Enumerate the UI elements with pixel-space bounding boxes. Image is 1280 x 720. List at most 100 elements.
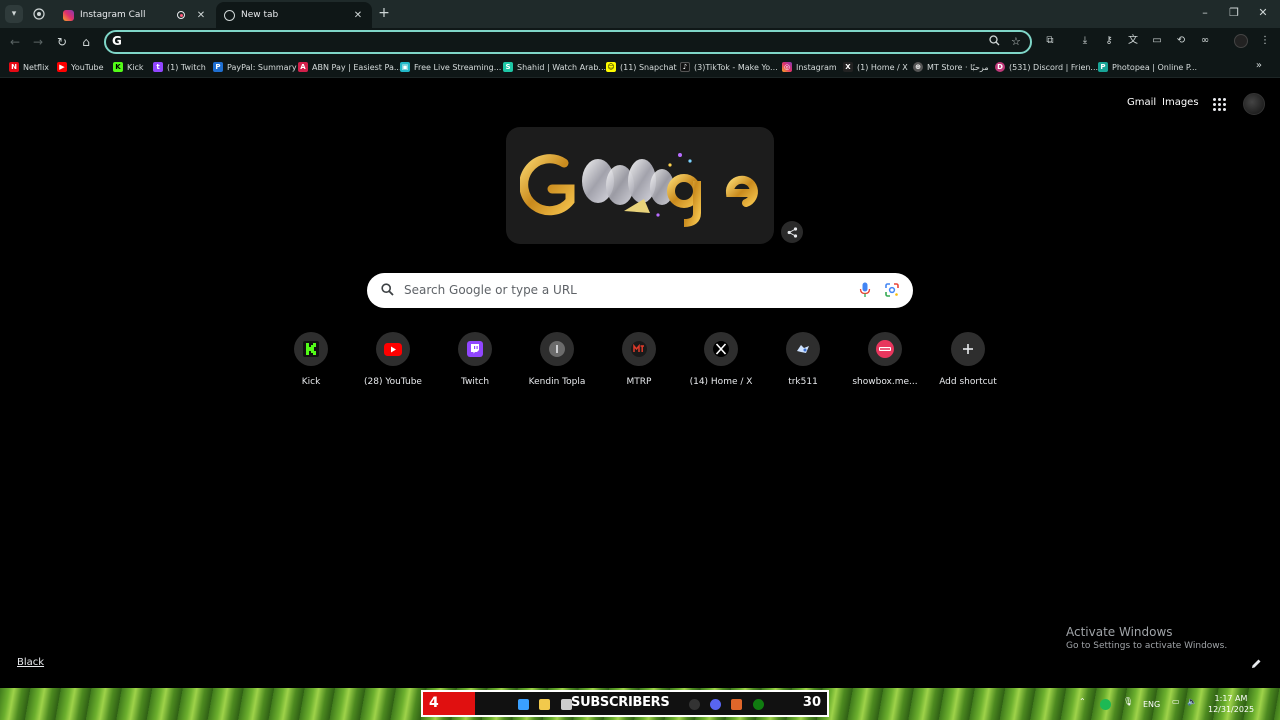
close-window-icon[interactable]: ✕: [1256, 6, 1270, 19]
bookmark-item[interactable]: N Netflix: [9, 60, 49, 74]
shortcut-trk511[interactable]: trk511: [762, 332, 844, 387]
customize-pencil-icon[interactable]: [1250, 658, 1262, 670]
zoom-icon[interactable]: [989, 35, 1000, 49]
discord-icon: D: [995, 62, 1005, 72]
chrome-icon: [224, 9, 235, 21]
search-icon: [381, 283, 394, 296]
bookmark-star-icon[interactable]: ☆: [1011, 35, 1021, 48]
start-windows-icon[interactable]: [518, 699, 529, 710]
download-icon[interactable]: ⤓: [1078, 34, 1092, 48]
translate-icon[interactable]: 文: [1126, 34, 1140, 48]
bookmark-item[interactable]: ◎ Instagram: [782, 60, 837, 74]
system-clock[interactable]: 1:17 AM 12/31/2025: [1208, 693, 1254, 715]
voice-search-icon[interactable]: [859, 282, 871, 298]
minimize-icon[interactable]: –: [1198, 6, 1212, 19]
back-icon[interactable]: ←: [7, 34, 23, 50]
shortcut-mtrp[interactable]: MTRP: [598, 332, 680, 387]
google-apps-icon[interactable]: [1213, 98, 1226, 111]
address-bar[interactable]: G ☆: [104, 30, 1032, 54]
shortcut-kendin-topla[interactable]: Kendin Topla: [516, 332, 598, 387]
discord-taskbar-icon[interactable]: [710, 699, 721, 710]
home-icon[interactable]: ⌂: [78, 34, 94, 50]
google-lens-icon[interactable]: [884, 282, 900, 298]
bookmark-item[interactable]: P PayPal: Summary: [213, 60, 297, 74]
tab-instagram-call[interactable]: Instagram Call ✕: [55, 2, 215, 28]
menu-kebab-icon[interactable]: ⋮: [1258, 34, 1272, 48]
shortcut-label: trk511: [788, 377, 818, 387]
new-tab-icon[interactable]: +: [377, 6, 391, 20]
password-key-icon[interactable]: ⚷: [1102, 34, 1116, 48]
activate-title: Activate Windows: [1066, 625, 1173, 639]
bookmark-item[interactable]: X (1) Home / X: [843, 60, 908, 74]
bookmark-item[interactable]: ☺ (11) Snapchat: [606, 60, 677, 74]
shortcut-twitch[interactable]: Twitch: [434, 332, 516, 387]
language-indicator[interactable]: ENG: [1143, 700, 1160, 709]
file-explorer-icon[interactable]: [539, 699, 550, 710]
volume-icon[interactable]: 🔈: [1187, 697, 1197, 706]
gmail-link[interactable]: Gmail: [1127, 97, 1156, 108]
shortcut-icon-circle: [951, 332, 985, 366]
bookmark-item[interactable]: P Photopea | Online P...: [1098, 60, 1197, 74]
shortcut-icon-circle: [540, 332, 574, 366]
tab-title: New tab: [241, 10, 279, 20]
add-shortcut-button[interactable]: Add shortcut: [927, 332, 1009, 387]
google-doodle[interactable]: [506, 127, 774, 244]
shortcut-youtube[interactable]: (28) YouTube: [352, 332, 434, 387]
bookmark-item[interactable]: K Kick: [113, 60, 144, 74]
bookmark-item[interactable]: ▶ YouTube: [57, 60, 104, 74]
shortcut-label: Twitch: [460, 377, 490, 387]
stream-icon: ▣: [400, 62, 410, 72]
forward-icon[interactable]: →: [30, 34, 46, 50]
bookmark-item[interactable]: S Shahid | Watch Arab...: [503, 60, 606, 74]
bookmark-label: (1) Twitch: [167, 62, 206, 72]
shortcut-label: Add shortcut: [939, 377, 997, 387]
search-input[interactable]: Search Google or type a URL: [404, 283, 577, 297]
app-taskbar-icon[interactable]: [731, 699, 742, 710]
bookmark-item[interactable]: ⊕ MT Store · مرحبًا: [913, 60, 989, 74]
bookmark-item[interactable]: ▣ Free Live Streaming...: [400, 60, 501, 74]
xbox-icon[interactable]: [753, 699, 764, 710]
bookmark-item[interactable]: ♪ (3)TikTok - Make Yo...: [680, 60, 778, 74]
microphone-icon[interactable]: 🎙: [1123, 697, 1133, 706]
spotify-icon[interactable]: [1100, 699, 1111, 710]
shortcut-x-home[interactable]: (14) Home / X: [680, 332, 762, 387]
shortcut-icon-circle: [786, 332, 820, 366]
share-icon: [787, 226, 797, 238]
activate-windows-watermark: Activate Windows Go to Settings to activ…: [1066, 625, 1227, 651]
history-icon[interactable]: ⟲: [1174, 34, 1188, 48]
profile-avatar-icon[interactable]: [1234, 34, 1248, 48]
bookmark-label: Photopea | Online P...: [1112, 62, 1198, 72]
restore-icon[interactable]: ❐: [1227, 6, 1241, 19]
bookmark-item[interactable]: A ABN Pay | Easiest Pa...: [298, 60, 401, 74]
tab-new-tab[interactable]: New tab ✕: [216, 2, 372, 28]
account-avatar[interactable]: [1243, 93, 1265, 115]
share-doodle-button[interactable]: [781, 221, 803, 243]
clock-time: 1:17 AM: [1214, 694, 1248, 703]
tab-group-icon[interactable]: [31, 6, 47, 22]
images-link[interactable]: Images: [1162, 97, 1199, 108]
bookmark-item[interactable]: t (1) Twitch: [153, 60, 206, 74]
taskbar-app-icon[interactable]: [561, 699, 572, 710]
google-search-box[interactable]: Search Google or type a URL: [367, 273, 913, 308]
reload-icon[interactable]: ↻: [54, 34, 70, 50]
youtube-icon: ▶: [57, 62, 67, 72]
globe-icon: ⊕: [913, 62, 923, 72]
network-icon[interactable]: ▭: [1172, 697, 1180, 706]
shortcut-kick[interactable]: Kick: [270, 332, 352, 387]
extensions-icon[interactable]: ⧉: [1043, 34, 1057, 48]
bookmark-item[interactable]: D (531) Discord | Frien...: [995, 60, 1098, 74]
theme-attribution-link[interactable]: Black: [17, 657, 44, 668]
close-tab-icon[interactable]: ✕: [352, 10, 364, 21]
payment-card-icon[interactable]: ▭: [1150, 34, 1164, 48]
browser-window: ▾ Instagram Call ✕ New tab ✕ + – ❐ ✕ ← →…: [0, 0, 1280, 720]
letter-i-icon: [549, 341, 565, 357]
more-bookmarks-icon[interactable]: »: [1256, 60, 1262, 71]
link-icon[interactable]: ∞: [1198, 34, 1212, 48]
shortcut-showbox[interactable]: showbox.me...: [844, 332, 926, 387]
bookmark-label: YouTube: [71, 62, 104, 72]
tab-search-button[interactable]: ▾: [5, 5, 23, 23]
close-tab-icon[interactable]: ✕: [195, 10, 207, 21]
bookmark-label: PayPal: Summary: [227, 62, 297, 72]
tray-overflow-icon[interactable]: ⌃: [1079, 697, 1086, 706]
chrome-taskbar-icon[interactable]: [689, 699, 700, 710]
